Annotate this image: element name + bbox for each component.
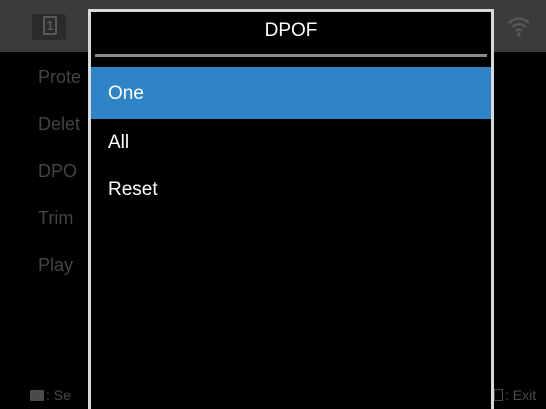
title-divider xyxy=(95,54,487,57)
playback-tab-number: 1 xyxy=(43,16,57,35)
menu-button-icon xyxy=(494,389,503,401)
option-all[interactable]: All xyxy=(91,119,491,166)
dpof-dialog: DPOF One All Reset xyxy=(88,9,494,409)
dpof-option-list: One All Reset xyxy=(91,67,491,213)
footer-select-label: : Se xyxy=(46,387,71,403)
background-menu-item-trim: Trim xyxy=(38,208,74,228)
footer-exit-hint: : Exit xyxy=(494,387,536,403)
background-menu-item-delete: Delet xyxy=(38,114,81,134)
dpad-icon xyxy=(30,390,44,401)
playback-tab-icon: 1 xyxy=(32,14,66,40)
wifi-icon xyxy=(508,17,530,37)
footer-select-hint: : Se xyxy=(30,387,71,403)
background-menu-list: Prote Delet DPO Trim Play xyxy=(38,66,81,301)
background-menu-item-protect: Prote xyxy=(38,67,82,87)
dialog-title: DPOF xyxy=(264,20,318,41)
option-reset[interactable]: Reset xyxy=(91,166,491,213)
footer-exit-label: : Exit xyxy=(505,387,537,403)
background-menu-item-dpof: DPO xyxy=(38,161,78,181)
background-menu-item-play: Play xyxy=(38,255,74,275)
option-one[interactable]: One xyxy=(91,67,491,119)
